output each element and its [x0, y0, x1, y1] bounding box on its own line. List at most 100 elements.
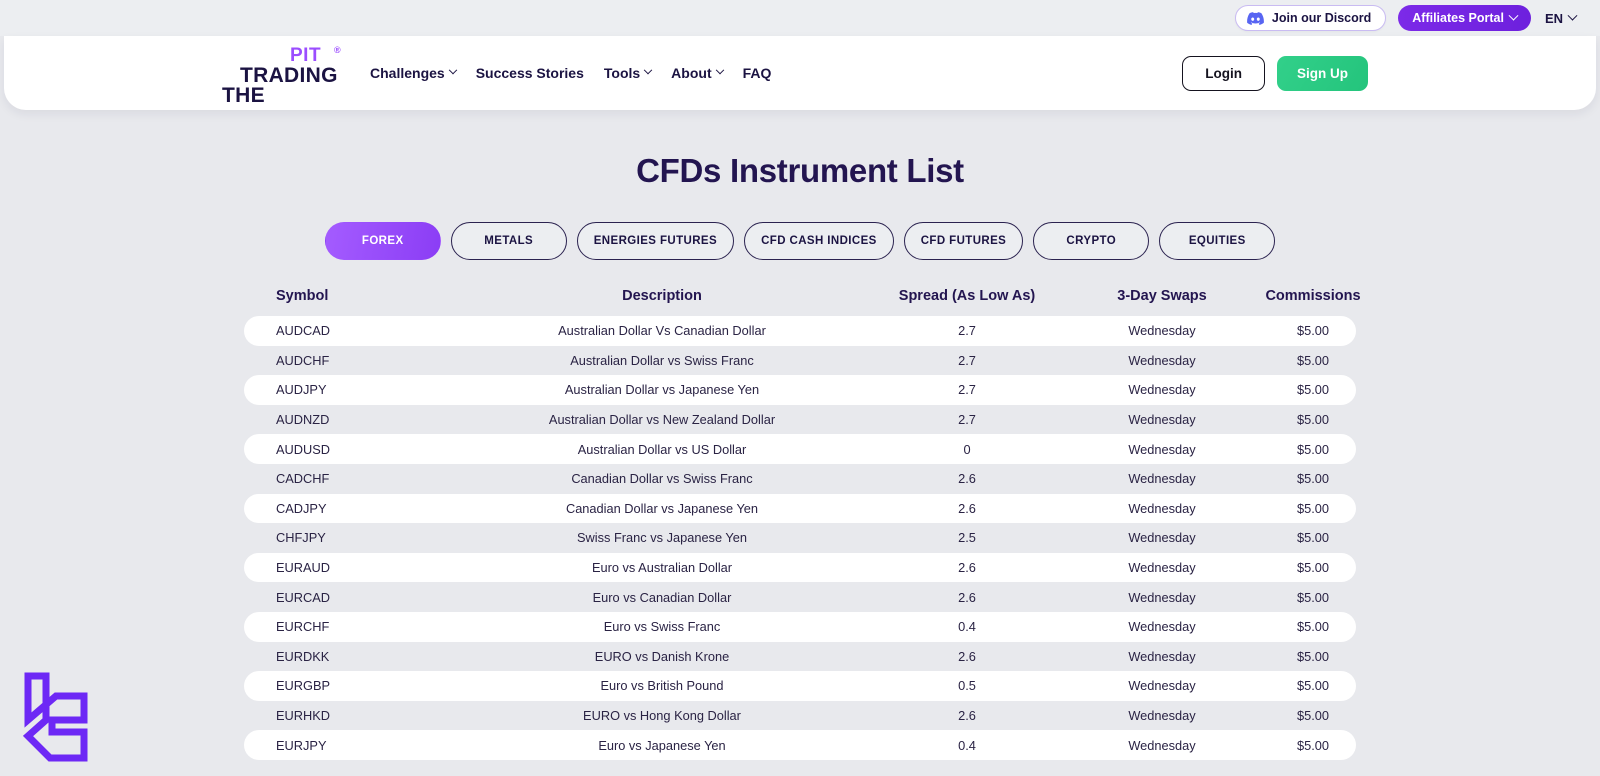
table-row[interactable]: CHFJPY Swiss Franc vs Japanese Yen 2.5 Wedn…: [244, 523, 1356, 553]
chat-widget-logo[interactable]: [22, 662, 94, 766]
table-row[interactable]: CADJPY Canadian Dollar vs Japanese Yen 2.6…: [244, 493, 1356, 524]
join-discord-button[interactable]: Join our Discord: [1234, 5, 1387, 31]
table-row[interactable]: EURGBP Euro vs British Pound 0.5 Wednesday $…: [244, 671, 1356, 701]
cell-spread: 0.5: [958, 678, 976, 694]
cell-commissions: $5.00: [1296, 500, 1330, 516]
table-row[interactable]: EURAUD Euro vs Australian Dollar 2.6 Wednes…: [244, 552, 1356, 583]
cell-description: Australian Dollar vs US Dollar: [577, 441, 747, 457]
cell-spread: 2.6: [958, 500, 976, 516]
cell-symbol: EURGBP: [276, 678, 331, 694]
cell-commissions: $5.00: [1296, 678, 1330, 694]
cell-spread: 2.5: [958, 530, 976, 546]
cell-symbol: EURCAD: [276, 589, 331, 605]
cell-swaps: Wednesday: [1128, 648, 1196, 664]
cell-spread: 2.6: [958, 471, 976, 487]
column-header-symbol: Symbol: [276, 288, 329, 304]
table-row[interactable]: AUDCAD Australian Dollar Vs Canadian Doll…: [244, 316, 1356, 346]
cell-spread: 2.6: [958, 589, 976, 605]
logo-pit: PIT: [290, 45, 322, 66]
page-content: CFDs Instrument List FOREX METALS ENERGI…: [0, 110, 1600, 776]
cell-description: EURO vs Hong Kong Dollar: [583, 708, 741, 724]
cell-commissions: $5.00: [1296, 323, 1330, 339]
cell-symbol: EURAUD: [276, 560, 331, 576]
cell-commissions: $5.00: [1296, 589, 1330, 605]
language-selector[interactable]: EN: [1543, 7, 1578, 30]
cell-description: Canadian Dollar vs Swiss Franc: [571, 471, 753, 487]
cell-swaps: Wednesday: [1128, 708, 1196, 724]
cell-spread: 0.4: [958, 737, 976, 753]
table-row[interactable]: CADCHF Canadian Dollar vs Swiss Franc 2.6 W…: [244, 464, 1356, 494]
cell-commissions: $5.00: [1296, 471, 1330, 487]
table-row[interactable]: EURDKK EURO vs Danish Krone 2.6 Wednesday $5…: [244, 642, 1356, 672]
cell-description: Australian Dollar vs New Zealand Dollar: [548, 412, 776, 428]
cell-symbol: AUDNZD: [276, 412, 330, 428]
logo-trading: TRADING: [240, 64, 338, 87]
cell-commissions: $5.00: [1296, 648, 1330, 664]
cell-description: Euro vs Australian Dollar: [591, 560, 733, 576]
chevron-down-icon: [448, 65, 457, 75]
logo-trademark: ®: [334, 45, 341, 55]
cell-symbol: AUDJPY: [276, 382, 327, 398]
table-row[interactable]: EURJPY Euro vs Japanese Yen 0.4 Wednesday $5…: [244, 730, 1356, 760]
tab-energies-futures[interactable]: ENERGIES FUTURES: [576, 222, 735, 260]
nav-label: FAQ: [742, 65, 772, 81]
cell-description: Euro vs Canadian Dollar: [592, 589, 732, 605]
login-button[interactable]: Login: [1182, 55, 1265, 91]
instrument-table: Symbol Description Spread (As Low As) 3-…: [244, 282, 1361, 760]
tab-cfd-cash-indices[interactable]: CFD CASH INDICES: [744, 222, 894, 260]
table-row[interactable]: AUDJPY Australian Dollar vs Japanese Yen 2…: [244, 375, 1356, 405]
cell-spread: 2.6: [958, 560, 976, 576]
table-body: AUDCAD Australian Dollar Vs Canadian Doll…: [244, 316, 1356, 760]
affiliates-portal-button[interactable]: Affiliates Portal: [1398, 5, 1531, 31]
nav-label: About: [671, 65, 712, 81]
page-title: CFDs Instrument List: [636, 152, 964, 189]
cell-spread: 2.7: [958, 323, 976, 339]
cell-swaps: Wednesday: [1128, 737, 1196, 753]
nav-item-faq[interactable]: FAQ: [743, 65, 772, 81]
cell-description: Euro vs Japanese Yen: [598, 737, 726, 753]
cell-spread: 2.7: [958, 382, 976, 398]
cell-symbol: AUDCHF: [276, 352, 330, 368]
site-logo[interactable]: PIT ® TRADING THE: [222, 45, 342, 107]
tab-cfd-futures[interactable]: CFD FUTURES: [903, 222, 1024, 260]
cell-description: Canadian Dollar vs Japanese Yen: [565, 500, 759, 516]
table-row[interactable]: AUDNZD Australian Dollar vs New Zealand D…: [244, 405, 1356, 435]
tab-forex[interactable]: FOREX: [324, 222, 441, 260]
nav-item-success-stories[interactable]: Success Stories: [476, 65, 584, 81]
cell-swaps: Wednesday: [1128, 589, 1196, 605]
cell-swaps: Wednesday: [1128, 382, 1196, 398]
cell-spread: 0.4: [958, 619, 976, 635]
table-row[interactable]: EURHKD EURO vs Hong Kong Dollar 2.6 Wednesd…: [244, 701, 1356, 731]
tab-metals[interactable]: METALS: [450, 222, 567, 260]
table-header-row: Symbol Description Spread (As Low As) 3-…: [244, 282, 1361, 316]
cell-symbol: AUDUSD: [276, 441, 331, 457]
chevron-down-icon: [1508, 10, 1519, 21]
chevron-down-icon: [643, 65, 653, 75]
cell-spread: 2.6: [958, 708, 976, 724]
nav-label: Tools: [603, 65, 641, 81]
cell-swaps: Wednesday: [1128, 500, 1196, 516]
cell-swaps: Wednesday: [1128, 560, 1196, 576]
cell-symbol: AUDCAD: [276, 323, 331, 339]
cell-description: Australian Dollar Vs Canadian Dollar: [558, 323, 766, 339]
cell-swaps: Wednesday: [1128, 352, 1196, 368]
join-discord-label: Join our Discord: [1271, 11, 1372, 25]
cell-commissions: $5.00: [1296, 352, 1330, 368]
cell-commissions: $5.00: [1296, 382, 1330, 398]
tab-crypto[interactable]: CRYPTO: [1033, 222, 1150, 260]
nav-item-challenges[interactable]: Challenges: [370, 65, 457, 81]
table-row[interactable]: EURCHF Euro vs Swiss Franc 0.4 Wednesday $5.…: [244, 611, 1356, 642]
nav-item-about[interactable]: About: [671, 65, 724, 81]
cell-swaps: Wednesday: [1128, 323, 1196, 339]
nav-item-tools[interactable]: Tools: [603, 65, 653, 81]
signup-button[interactable]: Sign Up: [1277, 55, 1368, 91]
table-row[interactable]: AUDCHF Australian Dollar vs Swiss Franc 2.…: [244, 346, 1356, 376]
language-label: EN: [1544, 10, 1563, 26]
table-row[interactable]: AUDUSD Australian Dollar vs US Dollar 0 Wed…: [244, 434, 1356, 464]
table-row[interactable]: EURCAD Euro vs Canadian Dollar 2.6 Wednesda…: [244, 582, 1356, 612]
cell-commissions: $5.00: [1296, 560, 1330, 576]
tab-equities[interactable]: EQUITIES: [1159, 222, 1276, 260]
chevron-down-icon: [715, 65, 724, 75]
cell-description: Euro vs British Pound: [600, 678, 724, 694]
cell-swaps: Wednesday: [1128, 412, 1196, 428]
